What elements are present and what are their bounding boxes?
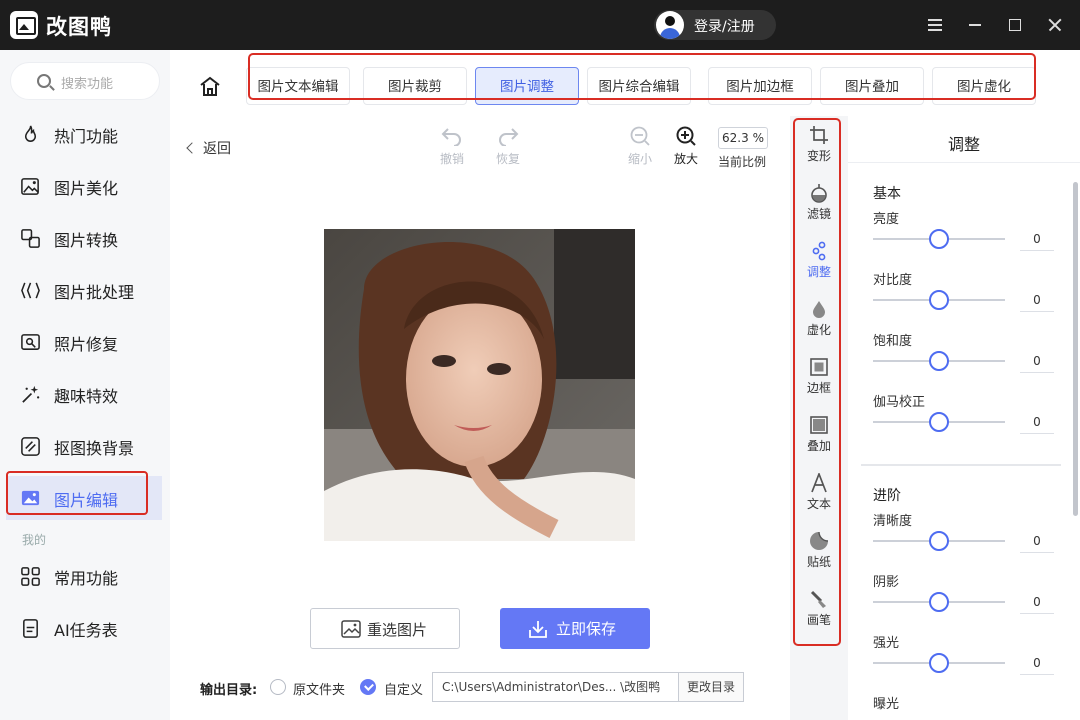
sidebar-item-batch[interactable]: 图片批处理 xyxy=(6,268,162,312)
section-divider xyxy=(861,464,1061,466)
contrast-slider-knob[interactable] xyxy=(929,290,949,310)
app-logo-icon xyxy=(10,11,38,39)
saturation-slider-knob[interactable] xyxy=(929,351,949,371)
change-dir-button[interactable]: 更改目录 xyxy=(678,672,744,702)
feature-tabs-bar: 图片文本编辑 图片裁剪 图片调整 图片综合编辑 图片加边框 图片叠加 图片虚化 xyxy=(170,50,1080,116)
brightness-slider-knob[interactable] xyxy=(929,229,949,249)
zoom-out-button[interactable]: 缩小 xyxy=(620,126,660,172)
contrast-value[interactable]: 0 xyxy=(1020,288,1054,312)
gamma-value[interactable]: 0 xyxy=(1020,410,1054,434)
output-path-field[interactable]: C:\Users\Administrator\Des... \改图鸭 xyxy=(432,672,678,702)
home-icon[interactable] xyxy=(199,75,221,97)
download-icon xyxy=(529,621,547,638)
zoom-out-icon xyxy=(630,126,650,146)
undo-button[interactable]: 撤销 xyxy=(432,126,472,172)
sidebar-item-cutout[interactable]: 抠图换背景 xyxy=(6,424,162,468)
slider-label-highlight: 强光 xyxy=(873,636,900,651)
document-icon xyxy=(23,619,38,638)
image-beautify-icon xyxy=(21,178,39,195)
radio-original-label: 原文件夹 xyxy=(293,683,346,698)
convert-icon xyxy=(21,229,40,248)
canvas-area: 返回 撤销 恢复 缩小 放大 62.3 % 当前比例 重选图片 立即保存 输出目… xyxy=(170,116,790,720)
search-placeholder: 搜索功能 xyxy=(61,77,114,92)
highlight-slider-knob[interactable] xyxy=(929,653,949,673)
sidebar-item-beautify[interactable]: 图片美化 xyxy=(6,164,162,208)
panel-divider xyxy=(848,162,1080,163)
tabs-highlight xyxy=(248,53,1036,100)
search-icon xyxy=(37,74,51,88)
highlight-value[interactable]: 0 xyxy=(1020,651,1054,675)
slider-label-saturation: 饱和度 xyxy=(873,334,913,349)
ratio-label: 当前比例 xyxy=(718,155,767,169)
adjust-panel: 调整 基本 亮度 0 对比度 0 饱和度 0 伽马校正 0 进阶 清晰度 0 阴… xyxy=(848,116,1080,720)
image-icon xyxy=(341,620,361,638)
maximize-icon[interactable] xyxy=(1004,14,1026,36)
slider-label-shadow: 阴影 xyxy=(873,575,900,590)
fire-icon xyxy=(24,125,37,142)
sidebar: 搜索功能 热门功能 图片美化 图片转换 图片批处理 照片修复 趣味特效 抠图换背… xyxy=(0,50,170,720)
slider-label-gamma: 伽马校正 xyxy=(873,395,926,410)
clarity-value[interactable]: 0 xyxy=(1020,529,1054,553)
cutout-icon xyxy=(21,437,40,456)
login-label: 登录/注册 xyxy=(694,19,755,35)
section-my-label: 我的 xyxy=(22,533,47,547)
shadow-slider-knob[interactable] xyxy=(929,592,949,612)
radio-custom-label: 自定义 xyxy=(384,683,424,698)
app-title: 改图鸭 xyxy=(46,15,112,39)
slider-label-exposure: 曝光 xyxy=(873,697,900,712)
sidebar-item-hot[interactable]: 热门功能 xyxy=(6,112,162,156)
radio-original-folder[interactable] xyxy=(270,679,286,695)
advanced-section-title: 进阶 xyxy=(873,488,901,504)
sidebar-item-repair[interactable]: 照片修复 xyxy=(6,320,162,364)
panel-scrollbar[interactable] xyxy=(1073,182,1078,516)
clarity-slider-knob[interactable] xyxy=(929,531,949,551)
zoom-readout: 62.3 % xyxy=(718,127,768,149)
title-bar: 改图鸭 登录/注册 xyxy=(0,0,1080,50)
menu-icon[interactable] xyxy=(924,14,946,36)
grid-icon xyxy=(21,567,40,586)
sidebar-item-effects[interactable]: 趣味特效 xyxy=(6,372,162,416)
save-now-button[interactable]: 立即保存 xyxy=(500,608,650,649)
brightness-value[interactable]: 0 xyxy=(1020,227,1054,251)
redo-icon xyxy=(499,128,519,146)
output-dir-label: 输出目录: xyxy=(200,683,258,698)
slider-label-brightness: 亮度 xyxy=(873,212,900,227)
sidebar-item-ai-tasks[interactable]: AI任务表 xyxy=(6,606,162,650)
login-button[interactable]: 登录/注册 xyxy=(654,10,776,40)
basic-section-title: 基本 xyxy=(873,186,901,202)
sidebar-item-convert[interactable]: 图片转换 xyxy=(6,216,162,260)
chevron-left-icon xyxy=(186,142,198,154)
slider-label-contrast: 对比度 xyxy=(873,273,913,288)
active-item-highlight xyxy=(6,471,148,515)
search-input[interactable]: 搜索功能 xyxy=(10,62,160,100)
saturation-value[interactable]: 0 xyxy=(1020,349,1054,373)
reselect-image-button[interactable]: 重选图片 xyxy=(310,608,460,649)
avatar-icon xyxy=(656,11,684,39)
tool-strip-highlight xyxy=(793,118,841,646)
minimize-icon[interactable] xyxy=(964,14,986,36)
undo-icon xyxy=(441,128,461,146)
redo-button[interactable]: 恢复 xyxy=(488,126,528,172)
panel-title: 调整 xyxy=(947,135,980,154)
zoom-in-button[interactable]: 放大 xyxy=(666,126,706,172)
shadow-value[interactable]: 0 xyxy=(1020,590,1054,614)
repair-icon xyxy=(21,334,40,350)
close-icon[interactable] xyxy=(1044,14,1066,36)
edited-photo[interactable] xyxy=(324,229,635,541)
sidebar-item-common[interactable]: 常用功能 xyxy=(6,554,162,598)
zoom-in-icon xyxy=(676,126,696,146)
slider-label-clarity: 清晰度 xyxy=(873,514,913,529)
tool-strip: 变形 滤镜 调整 虚化 边框 叠加 文本 贴纸 画笔 xyxy=(790,116,848,720)
radio-custom-folder[interactable] xyxy=(360,679,376,695)
batch-icon xyxy=(21,282,40,299)
back-button[interactable]: 返回 xyxy=(186,138,231,158)
sparkle-icon xyxy=(22,385,40,403)
gamma-slider-knob[interactable] xyxy=(929,412,949,432)
